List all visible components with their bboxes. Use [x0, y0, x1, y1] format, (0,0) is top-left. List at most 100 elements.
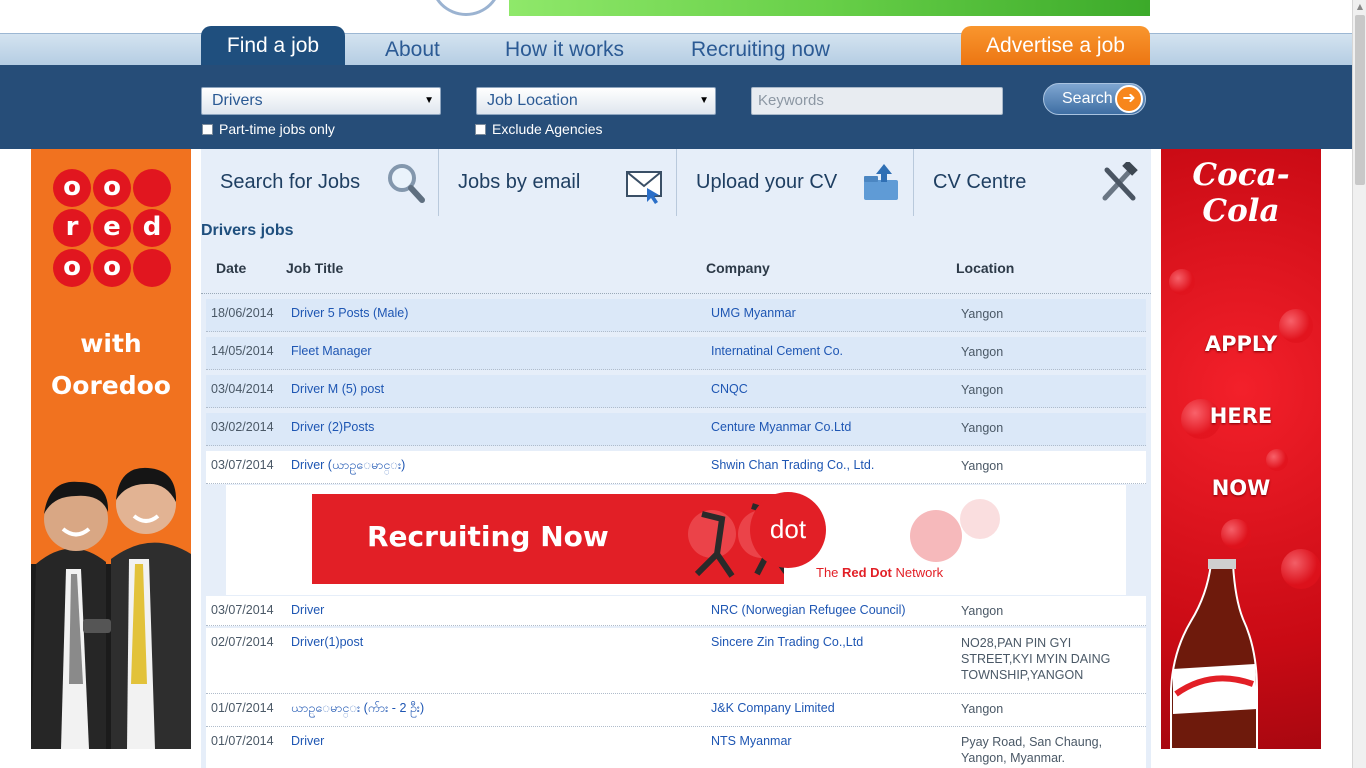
table-row: 03/02/2014 Driver (2)Posts Centure Myanm…: [206, 413, 1146, 446]
job-title-link[interactable]: Driver: [291, 603, 324, 617]
table-row: 03/04/2014 Driver M (5) post CNQC Yangon: [206, 375, 1146, 408]
search-button[interactable]: Search ➜: [1043, 83, 1146, 115]
ad-people-image: [31, 467, 191, 749]
exclude-agencies-checkbox[interactable]: Exclude Agencies: [475, 121, 603, 137]
company-link[interactable]: J&K Company Limited: [711, 701, 835, 715]
category-select-value: Drivers: [212, 92, 263, 109]
page-scrollbar[interactable]: ▲: [1352, 0, 1366, 768]
keywords-input[interactable]: Keywords: [751, 87, 1003, 115]
upload-cv-link[interactable]: Upload your CV: [677, 149, 914, 216]
network-prefix: The: [816, 565, 843, 580]
site-logo[interactable]: [430, 0, 502, 16]
table-row: 18/06/2014 Driver 5 Posts (Male) UMG Mya…: [206, 299, 1146, 332]
logo-dot: e: [93, 209, 131, 247]
ad-bubble: [1169, 269, 1195, 295]
ad-promo-line: HERE: [1209, 404, 1273, 428]
company-link[interactable]: Sincere Zin Trading Co.,Ltd: [711, 635, 863, 649]
job-location: Pyay Road, San Chaung, Yangon, Myanmar.: [961, 735, 1103, 765]
coca-cola-logo: Coca-Cola: [1192, 157, 1290, 229]
job-date: 14/05/2014: [211, 344, 274, 358]
coca-cola-ad[interactable]: Coca-Cola APPLY HERE NOW: [1161, 149, 1321, 749]
logo-dot: o: [53, 169, 91, 207]
column-header-date[interactable]: Date: [216, 260, 246, 276]
job-date: 03/04/2014: [211, 382, 274, 396]
job-date: 02/07/2014: [211, 635, 274, 649]
ad-promo-line: NOW: [1211, 476, 1271, 500]
job-title-link[interactable]: Driver (ယာဥ္ေမာင္း): [291, 458, 405, 476]
job-date: 01/07/2014: [211, 701, 274, 715]
ad-bubble: [1266, 449, 1288, 471]
job-title-link[interactable]: Fleet Manager: [291, 344, 372, 358]
column-header-title[interactable]: Job Title: [286, 260, 343, 276]
arrow-right-icon: ➜: [1115, 85, 1143, 113]
main-content: Search for Jobs Jobs by email Upload you…: [201, 149, 1151, 768]
header-divider: [201, 293, 1151, 294]
ooredoo-ad[interactable]: o o r e d o o with Ooredoo: [31, 149, 191, 749]
job-location: Yangon: [961, 702, 1004, 716]
header-green-bar: [509, 0, 1150, 16]
category-select[interactable]: Drivers ▼: [201, 87, 441, 115]
envelope-icon: [626, 171, 662, 204]
company-link[interactable]: CNQC: [711, 382, 748, 396]
scroll-up-arrow-icon[interactable]: ▲: [1353, 0, 1366, 14]
company-link[interactable]: NTS Myanmar: [711, 734, 792, 748]
logo-dot: o: [93, 169, 131, 207]
job-title-link[interactable]: Driver (2)Posts: [291, 420, 374, 434]
dropdown-arrow-icon: ▼: [424, 95, 434, 106]
company-link[interactable]: Internatinal Cement Co.: [711, 344, 843, 358]
recruiting-banner[interactable]: Recruiting Now dot The Red Dot Network: [226, 485, 1126, 595]
table-row: 01/07/2014 Driver NTS Myanmar Pyay Road,…: [206, 727, 1146, 768]
tab-how-it-works[interactable]: How it works: [505, 34, 624, 66]
red-dot-logo: dot: [750, 492, 826, 568]
tab-find-a-job[interactable]: Find a job: [201, 26, 345, 66]
coke-bottle-image: [1170, 559, 1258, 749]
tab-recruiting-now[interactable]: Recruiting now: [691, 34, 830, 66]
red-dot-network-text: The Red Dot Network: [816, 565, 943, 580]
job-title-link[interactable]: Driver 5 Posts (Male): [291, 306, 408, 320]
job-date: 01/07/2014: [211, 734, 274, 748]
column-header-location[interactable]: Location: [956, 260, 1014, 276]
job-title-link[interactable]: ယာဥ္ေမာင္း (က်ား - 2 ဦး): [291, 701, 424, 719]
feature-links: Search for Jobs Jobs by email Upload you…: [201, 149, 1151, 216]
top-strip: [0, 0, 1352, 33]
search-for-jobs-link[interactable]: Search for Jobs: [201, 149, 439, 216]
jobs-heading: Drivers jobs: [201, 222, 294, 239]
checkbox-box[interactable]: [202, 124, 213, 135]
job-date: 03/07/2014: [211, 458, 274, 472]
company-link[interactable]: UMG Myanmar: [711, 306, 796, 320]
job-location: Yangon: [961, 604, 1004, 618]
dropdown-arrow-icon: ▼: [699, 95, 709, 106]
job-location: Yangon: [961, 307, 1004, 321]
cv-centre-link[interactable]: CV Centre: [914, 149, 1151, 216]
company-link[interactable]: Centure Myanmar Co.Ltd: [711, 420, 851, 434]
checkbox-box[interactable]: [475, 124, 486, 135]
jobs-by-email-link[interactable]: Jobs by email: [439, 149, 677, 216]
job-title-link[interactable]: Driver M (5) post: [291, 382, 384, 396]
table-row: 01/07/2014 ယာဥ္ေမာင္း (က်ား - 2 ဦး) J&K …: [206, 694, 1146, 727]
search-button-label: Search: [1062, 90, 1113, 107]
parttime-checkbox[interactable]: Part-time jobs only: [202, 121, 335, 137]
job-location: NO28,PAN PIN GYI STREET,KYI MYIN DAING T…: [961, 636, 1111, 682]
table-row: 14/05/2014 Fleet Manager Internatinal Ce…: [206, 337, 1146, 370]
column-header-company[interactable]: Company: [706, 260, 770, 276]
table-row: 02/07/2014 Driver(1)post Sincere Zin Tra…: [206, 628, 1146, 694]
company-link[interactable]: Shwin Chan Trading Co., Ltd.: [711, 458, 874, 472]
job-title-link[interactable]: Driver(1)post: [291, 635, 363, 649]
feature-label: Jobs by email: [458, 171, 581, 193]
ad-bubble: [1221, 519, 1251, 549]
job-location: Yangon: [961, 383, 1004, 397]
company-link[interactable]: NRC (Norwegian Refugee Council): [711, 603, 906, 617]
ooredoo-logo: o o r e d o o: [53, 169, 173, 289]
job-title-link[interactable]: Driver: [291, 734, 324, 748]
search-bar: Drivers ▼ Job Location ▼ Keywords Search…: [0, 65, 1352, 149]
location-select-value: Job Location: [487, 92, 578, 109]
logo-dot: o: [53, 249, 91, 287]
logo-dot: r: [53, 209, 91, 247]
network-bold: Red Dot: [842, 565, 892, 580]
logo-dot-plain: [133, 169, 171, 207]
tab-about[interactable]: About: [385, 34, 440, 66]
advertise-job-button[interactable]: Advertise a job: [961, 26, 1150, 66]
table-row: 03/07/2014 Driver (ယာဥ္ေမာင္း) Shwin Cha…: [206, 451, 1146, 484]
scroll-thumb[interactable]: [1355, 15, 1365, 185]
location-select[interactable]: Job Location ▼: [476, 87, 716, 115]
